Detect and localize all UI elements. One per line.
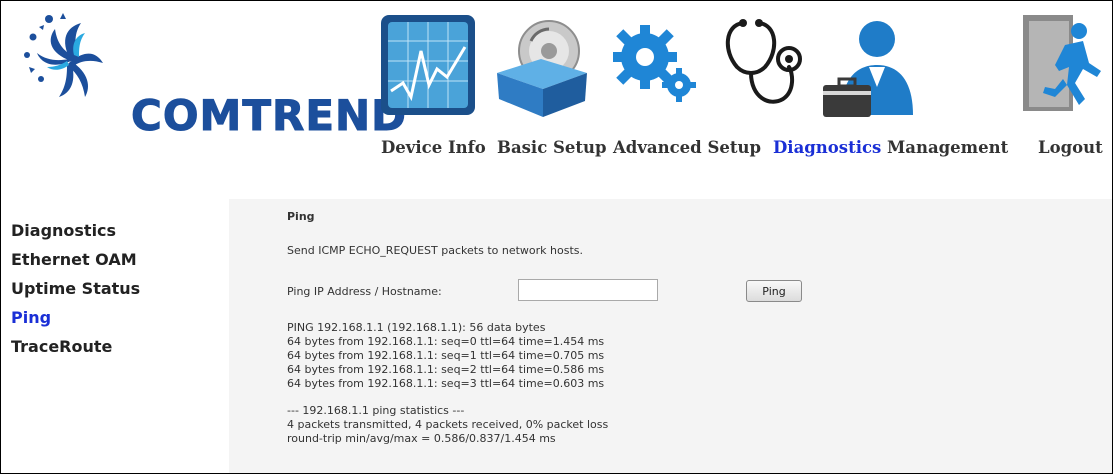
page-description: Send ICMP ECHO_REQUEST packets to networ… (287, 244, 583, 257)
nav-management[interactable]: Management (887, 138, 1008, 157)
nav-advanced-setup[interactable]: Advanced Setup (613, 138, 761, 157)
ping-reply-line: 64 bytes from 192.168.1.1: seq=2 ttl=64 … (287, 363, 605, 376)
sidebar-item-ethernet-oam[interactable]: Ethernet OAM (11, 245, 211, 274)
page-title: Ping (287, 210, 315, 223)
brand-name: COMTREND (130, 91, 408, 141)
content-panel: Ping Send ICMP ECHO_REQUEST packets to n… (229, 199, 1112, 473)
nav-diagnostics[interactable]: Diagnostics (773, 138, 881, 157)
router-web-ui: COMTREND Device Info Basic Setup Advance… (0, 0, 1113, 474)
nav-logout[interactable]: Logout (1038, 138, 1103, 157)
ping-button[interactable]: Ping (746, 280, 802, 302)
ping-round-trip: round-trip min/avg/max = 0.586/0.837/1.4… (287, 432, 556, 445)
sidebar: Diagnostics Ethernet OAM Uptime Status P… (11, 216, 211, 361)
ping-host-input[interactable] (518, 279, 658, 301)
sidebar-item-traceroute[interactable]: TraceRoute (11, 332, 211, 361)
basic-setup-icon[interactable] (491, 11, 593, 121)
management-icon[interactable] (817, 11, 919, 121)
comtrend-logo: COMTREND (19, 9, 407, 141)
advanced-setup-icon[interactable] (601, 11, 703, 121)
sidebar-item-diagnostics[interactable]: Diagnostics (11, 216, 211, 245)
sidebar-item-ping[interactable]: Ping (11, 303, 211, 332)
output-spacer (287, 391, 608, 404)
ping-reply-line: 64 bytes from 192.168.1.1: seq=1 ttl=64 … (287, 349, 605, 362)
ping-reply-line: 64 bytes from 192.168.1.1: seq=0 ttl=64 … (287, 335, 605, 348)
nav-basic-setup[interactable]: Basic Setup (497, 138, 607, 157)
ping-output: PING 192.168.1.1 (192.168.1.1): 56 data … (287, 321, 608, 446)
device-info-icon[interactable] (377, 11, 479, 121)
ping-output-header: PING 192.168.1.1 (192.168.1.1): 56 data … (287, 321, 546, 334)
ping-reply-line: 64 bytes from 192.168.1.1: seq=3 ttl=64 … (287, 377, 605, 390)
nav-device-info[interactable]: Device Info (381, 138, 486, 157)
sidebar-item-uptime-status[interactable]: Uptime Status (11, 274, 211, 303)
diagnostics-icon[interactable] (709, 11, 811, 121)
header: COMTREND Device Info Basic Setup Advance… (1, 1, 1112, 191)
logout-icon[interactable] (1013, 11, 1109, 121)
ping-stats-header: --- 192.168.1.1 ping statistics --- (287, 404, 465, 417)
ping-stats-summary: 4 packets transmitted, 4 packets receive… (287, 418, 609, 431)
ping-host-label: Ping IP Address / Hostname: (287, 285, 442, 298)
